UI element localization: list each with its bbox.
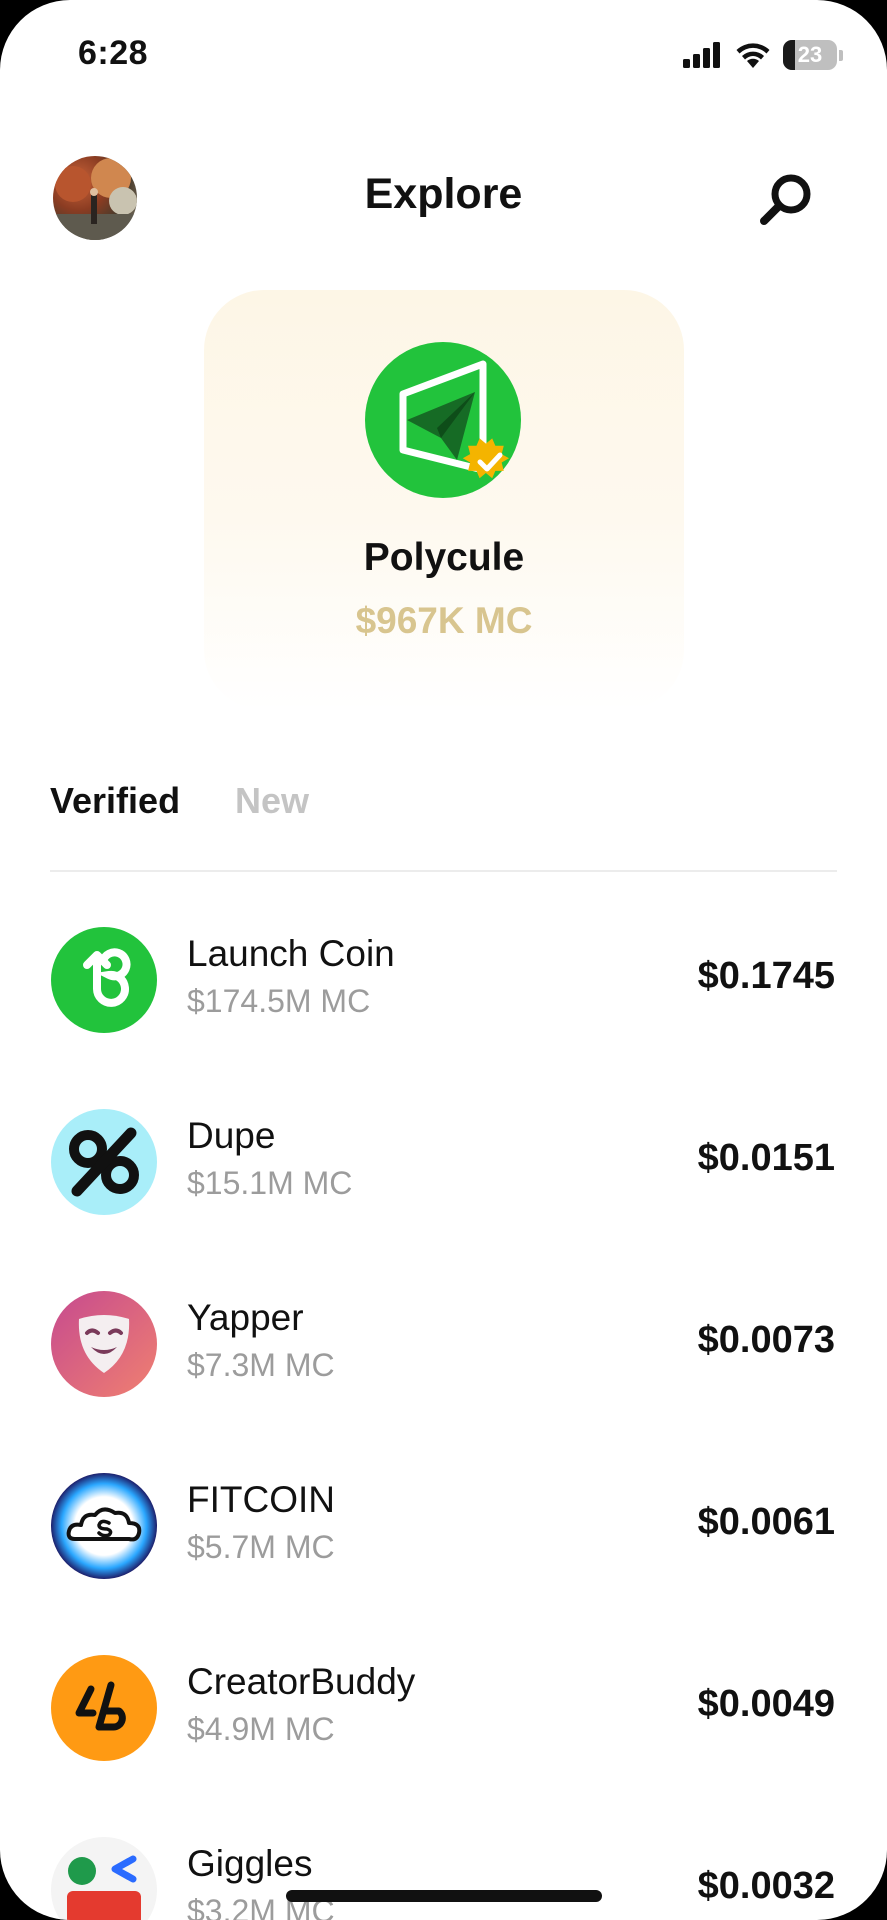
- coin-price: $0.0061: [697, 1501, 835, 1543]
- coin-row[interactable]: Launch Coin $174.5M MC $0.1745: [0, 927, 887, 1047]
- status-bar: 6:28 23: [0, 0, 887, 110]
- tab-new[interactable]: New: [235, 780, 309, 822]
- search-button[interactable]: [754, 168, 818, 232]
- battery-indicator: 23: [783, 40, 837, 70]
- coin-row[interactable]: Dupe $15.1M MC $0.0151: [0, 1109, 887, 1229]
- coin-market-cap: $15.1M MC: [187, 1165, 353, 1201]
- coin-market-cap: $7.3M MC: [187, 1347, 335, 1383]
- fitcoin-cloud-icon: [51, 1473, 157, 1579]
- creatorbuddy-icon: [51, 1655, 157, 1761]
- giggles-icon: [51, 1837, 157, 1920]
- coin-price: $0.0032: [697, 1865, 835, 1907]
- featured-coin-market-cap: $967K MC: [355, 600, 533, 641]
- coin-price: $0.0151: [697, 1137, 835, 1179]
- status-icons: 23: [683, 38, 843, 72]
- coin-name: Dupe: [187, 1115, 276, 1156]
- featured-coin-name: Polycule: [363, 536, 525, 579]
- home-indicator[interactable]: [286, 1890, 602, 1902]
- status-time: 6:28: [78, 34, 149, 72]
- coin-market-cap: $4.9M MC: [187, 1711, 335, 1747]
- cellular-signal-icon: [683, 42, 720, 68]
- coin-price: $0.1745: [697, 955, 835, 997]
- coin-price: $0.0049: [697, 1683, 835, 1725]
- coin-market-cap: $5.7M MC: [187, 1529, 335, 1565]
- coin-row[interactable]: CreatorBuddy $4.9M MC $0.0049: [0, 1655, 887, 1775]
- wifi-icon: [736, 43, 770, 68]
- coin-name: Launch Coin: [187, 933, 395, 974]
- tab-verified[interactable]: Verified: [50, 780, 180, 822]
- yapper-mask-icon: [51, 1291, 157, 1397]
- explore-screen: 6:28 23 Explore Polycule $967K MC Verifi…: [0, 0, 887, 1920]
- search-icon: [760, 174, 811, 225]
- polycule-logo-icon: [365, 342, 521, 498]
- featured-coin-card[interactable]: Polycule $967K MC: [204, 290, 684, 710]
- coin-price: $0.0073: [697, 1319, 835, 1361]
- launch-coin-icon: [51, 927, 157, 1033]
- coin-row[interactable]: FITCOIN $5.7M MC $0.0061: [0, 1473, 887, 1593]
- battery-level: 23: [797, 42, 823, 67]
- coin-name: Giggles: [187, 1843, 313, 1884]
- battery-tip: [839, 49, 843, 61]
- dupe-icon: [51, 1109, 157, 1215]
- coin-row[interactable]: Yapper $7.3M MC $0.0073: [0, 1291, 887, 1411]
- coin-name: Yapper: [187, 1297, 304, 1338]
- tabs-divider: [50, 870, 837, 872]
- coin-name: CreatorBuddy: [187, 1661, 416, 1702]
- coin-row[interactable]: Giggles $3.2M MC $0.0032: [0, 1837, 887, 1920]
- coin-market-cap: $174.5M MC: [187, 983, 371, 1019]
- coin-name: FITCOIN: [187, 1479, 335, 1520]
